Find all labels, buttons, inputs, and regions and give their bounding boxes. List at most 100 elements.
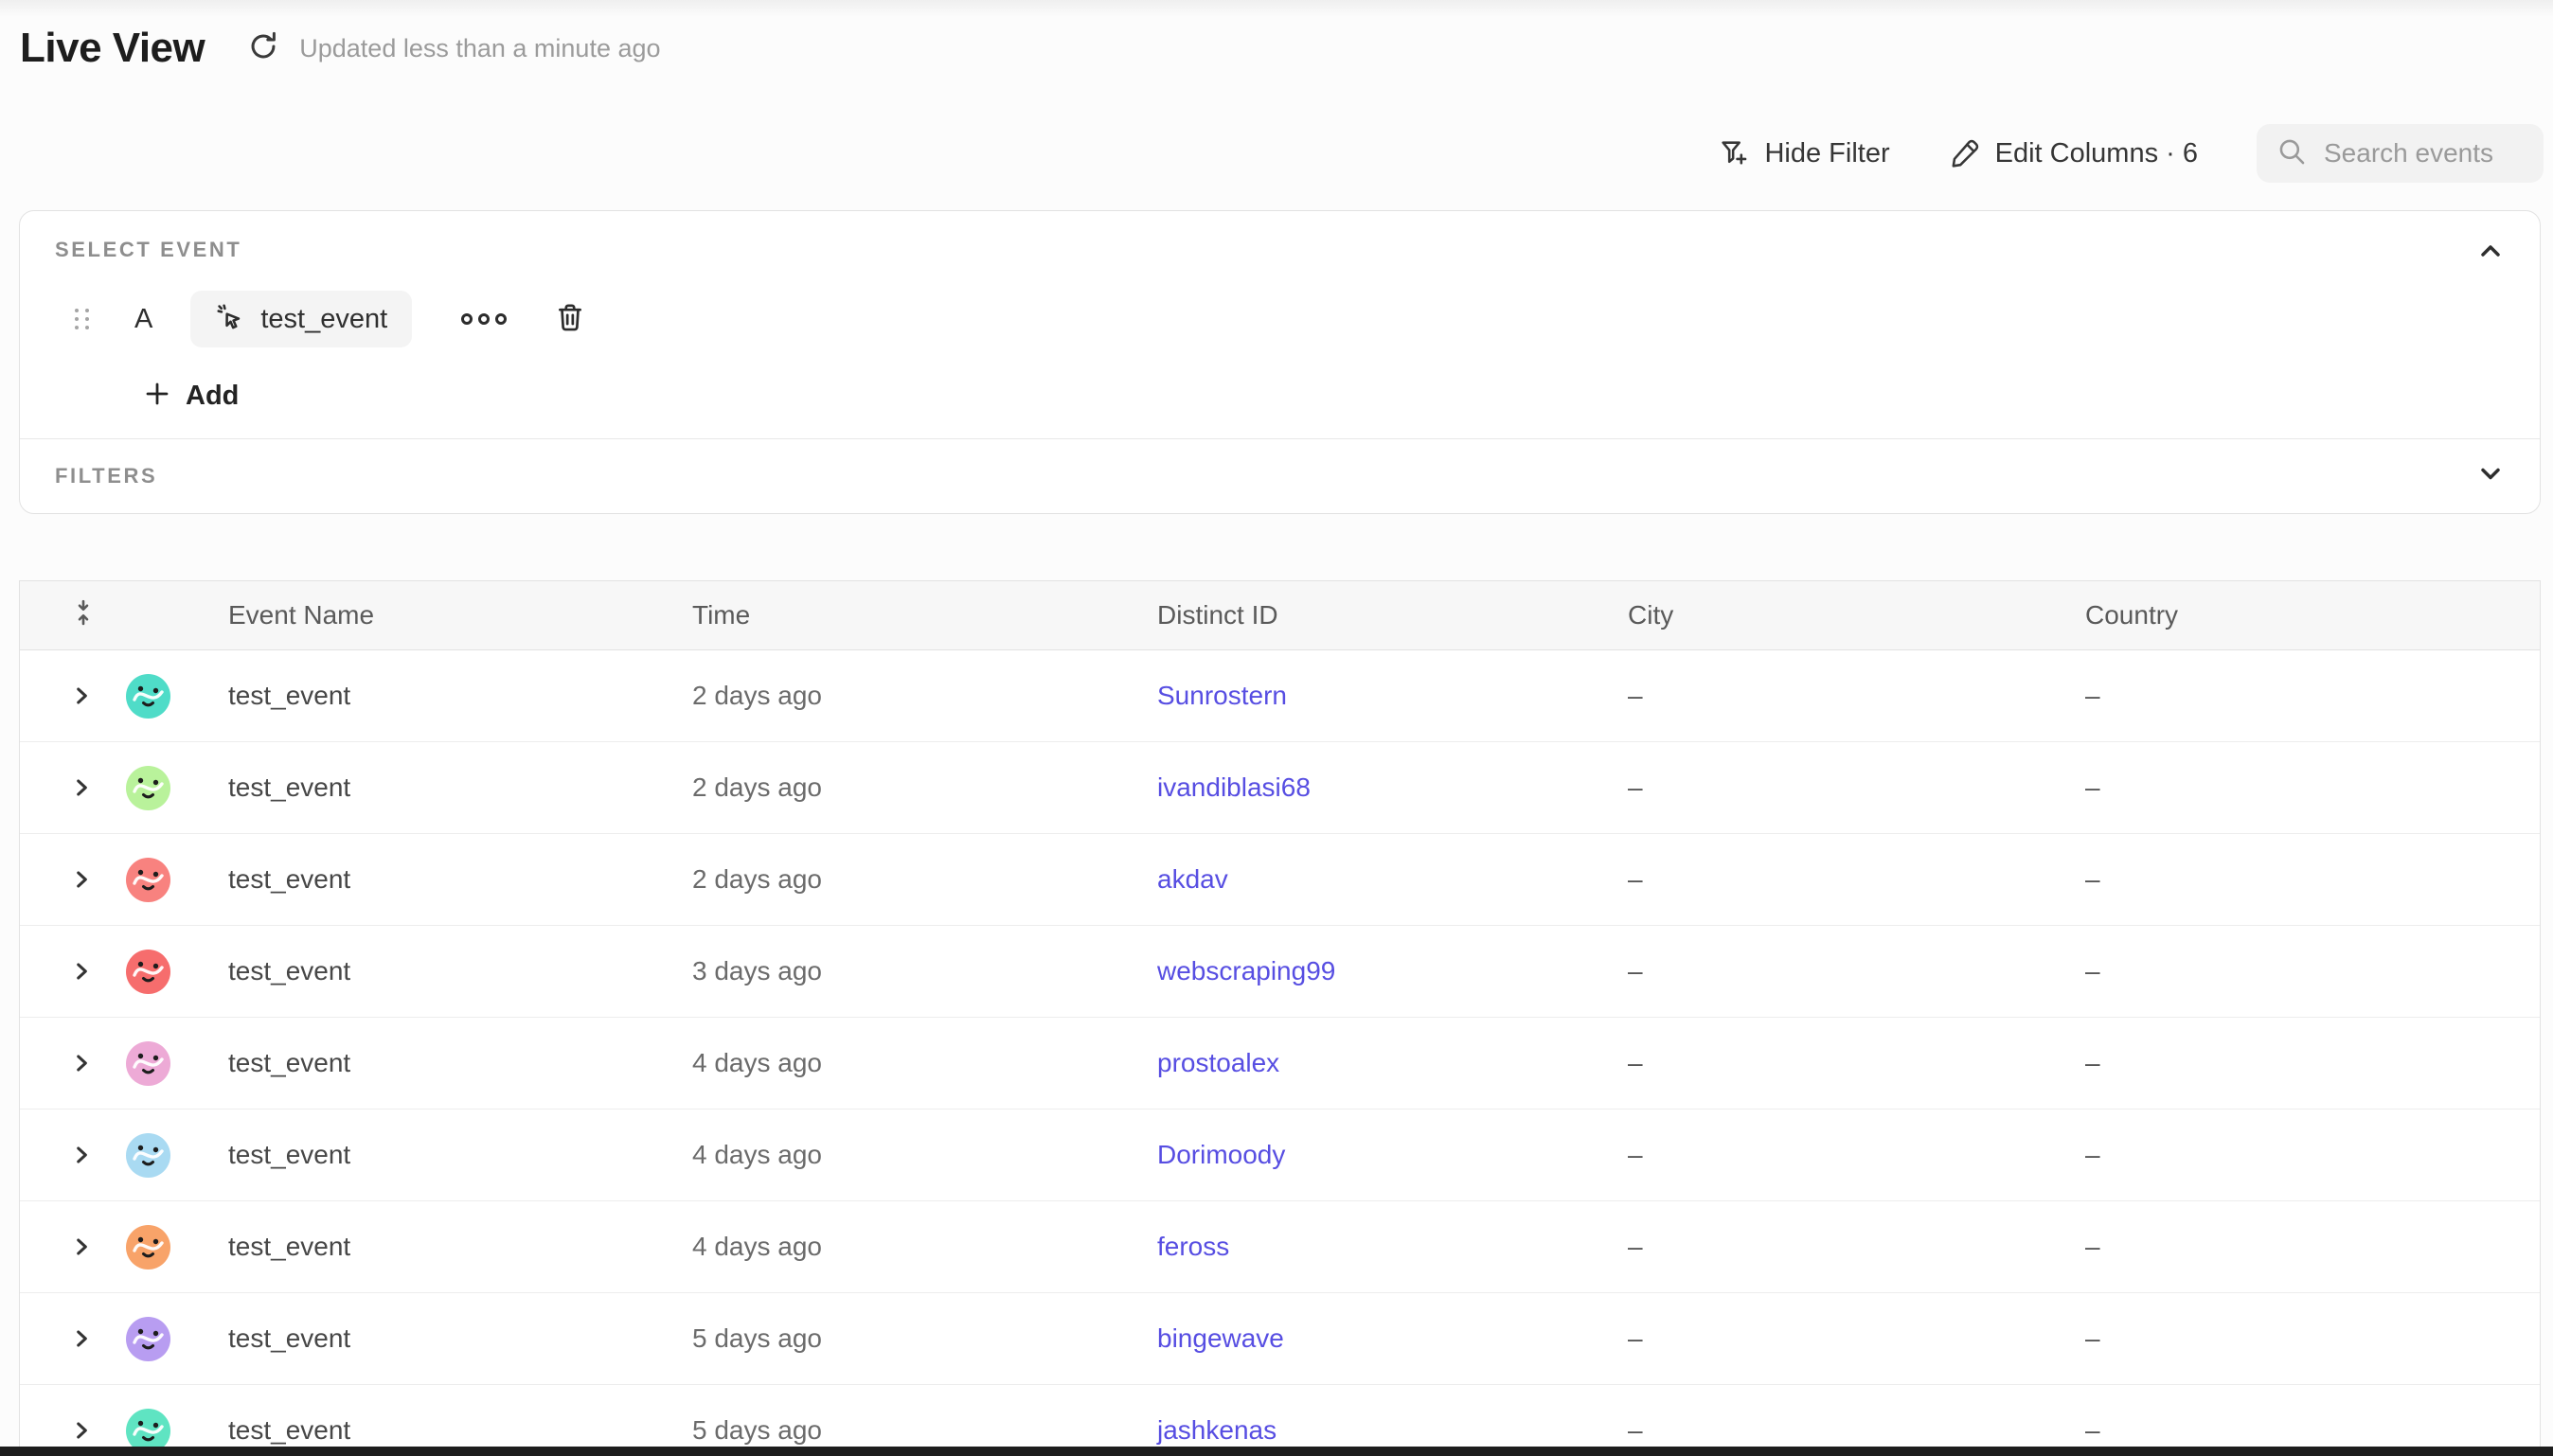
table-row[interactable]: test_event 2 days ago akdav – – [20,834,2540,926]
column-header-country[interactable]: Country [2085,600,2540,630]
country-cell: – [2085,1140,2540,1170]
city-cell: – [1628,1048,2085,1078]
country-cell: – [2085,864,2540,895]
distinct-id-link[interactable]: prostoalex [1157,1048,1628,1078]
chevron-up-icon [2475,254,2506,270]
user-avatar [126,1317,170,1361]
column-header-event-name[interactable]: Event Name [228,600,692,630]
distinct-id-link[interactable]: webscraping99 [1157,956,1628,986]
city-cell: – [1628,772,2085,803]
country-cell: – [2085,956,2540,986]
user-avatar [126,766,170,810]
time-cell: 2 days ago [692,864,1157,895]
expand-filters-button[interactable] [2475,459,2506,494]
pencil-icon [1949,137,1981,169]
page-title: Live View [20,25,205,72]
user-avatar [126,950,170,994]
country-cell: – [2085,1415,2540,1446]
event-row-letter: A [134,304,152,335]
country-cell: – [2085,681,2540,711]
city-cell: – [1628,864,2085,895]
event-name-cell: test_event [228,1140,692,1170]
refresh-icon [246,29,280,68]
expand-row-icon[interactable] [69,1051,94,1075]
event-name-cell: test_event [228,1232,692,1262]
more-options-button[interactable] [461,313,507,325]
column-header-city[interactable]: City [1628,600,2085,630]
edit-columns-button[interactable]: Edit Columns · 6 [1949,137,2198,169]
table-row[interactable]: test_event 2 days ago Sunrostern – – [20,650,2540,742]
table-row[interactable]: test_event 4 days ago feross – – [20,1201,2540,1293]
event-name-cell: test_event [228,1048,692,1078]
select-event-section: SELECT EVENT A [20,211,2540,438]
cursor-click-icon [215,302,245,337]
time-cell: 2 days ago [692,772,1157,803]
expand-row-icon[interactable] [69,959,94,984]
filter-plus-icon [1718,137,1750,169]
table-row[interactable]: test_event 3 days ago webscraping99 – – [20,926,2540,1018]
table-row[interactable]: test_event 4 days ago Dorimoody – – [20,1110,2540,1201]
city-cell: – [1628,1140,2085,1170]
event-name-cell: test_event [228,1323,692,1354]
event-select-chip[interactable]: test_event [190,291,412,347]
filters-label: FILTERS [55,464,157,488]
table-row[interactable]: test_event 2 days ago ivandiblasi68 – – [20,742,2540,834]
distinct-id-link[interactable]: akdav [1157,864,1628,895]
updated-status: Updated less than a minute ago [299,34,660,63]
event-name-cell: test_event [228,681,692,711]
column-header-distinct-id[interactable]: Distinct ID [1157,600,1628,630]
titlebar: Live View Updated less than a minute ago [20,25,661,72]
event-query-row: A test_event [75,291,586,347]
expand-row-icon[interactable] [69,775,94,800]
drag-handle[interactable] [75,309,89,329]
table-row[interactable]: test_event 5 days ago bingewave – – [20,1293,2540,1385]
distinct-id-link[interactable]: ivandiblasi68 [1157,772,1628,803]
column-header-time[interactable]: Time [692,600,1157,630]
table-row[interactable]: test_event 5 days ago jashkenas – – [20,1385,2540,1456]
distinct-id-link[interactable]: bingewave [1157,1323,1628,1354]
event-name-cell: test_event [228,1415,692,1446]
search-icon [2276,135,2308,172]
chevron-down-icon [2475,477,2506,493]
country-cell: – [2085,1323,2540,1354]
expand-row-icon[interactable] [69,1143,94,1167]
expand-row-icon[interactable] [69,867,94,892]
city-cell: – [1628,1323,2085,1354]
user-avatar [126,674,170,719]
time-cell: 4 days ago [692,1140,1157,1170]
trash-icon [554,301,586,338]
distinct-id-link[interactable]: feross [1157,1232,1628,1262]
hide-filter-button[interactable]: Hide Filter [1718,137,1889,169]
country-cell: – [2085,772,2540,803]
table-row[interactable]: test_event 4 days ago prostoalex – – [20,1018,2540,1110]
time-cell: 3 days ago [692,956,1157,986]
distinct-id-link[interactable]: jashkenas [1157,1415,1628,1446]
expand-row-icon[interactable] [69,1418,94,1443]
collapse-select-event-button[interactable] [2475,236,2506,271]
refresh-button[interactable] [244,29,282,67]
distinct-id-link[interactable]: Sunrostern [1157,681,1628,711]
expand-row-icon[interactable] [69,684,94,708]
city-cell: – [1628,956,2085,986]
time-cell: 2 days ago [692,681,1157,711]
query-builder-card: SELECT EVENT A [19,210,2541,514]
delete-event-button[interactable] [554,301,586,338]
toolbar: Hide Filter Edit Columns · 6 Search even… [1718,124,2544,183]
expand-row-icon[interactable] [69,1326,94,1351]
user-avatar [126,858,170,902]
search-input[interactable]: Search events [2257,124,2544,183]
add-event-button[interactable]: Add [143,380,239,413]
search-placeholder: Search events [2324,138,2493,169]
top-gradient [0,0,2553,17]
event-name-cell: test_event [228,864,692,895]
filters-section: FILTERS [20,438,2540,513]
bottom-edge-bar [0,1447,2553,1456]
city-cell: – [1628,1232,2085,1262]
collapse-all-button[interactable] [20,598,228,633]
hide-filter-label: Hide Filter [1764,138,1889,169]
expand-row-icon[interactable] [69,1234,94,1259]
user-avatar [126,1225,170,1270]
distinct-id-link[interactable]: Dorimoody [1157,1140,1628,1170]
live-view-page: Live View Updated less than a minute ago… [0,0,2553,1456]
event-name-cell: test_event [228,772,692,803]
